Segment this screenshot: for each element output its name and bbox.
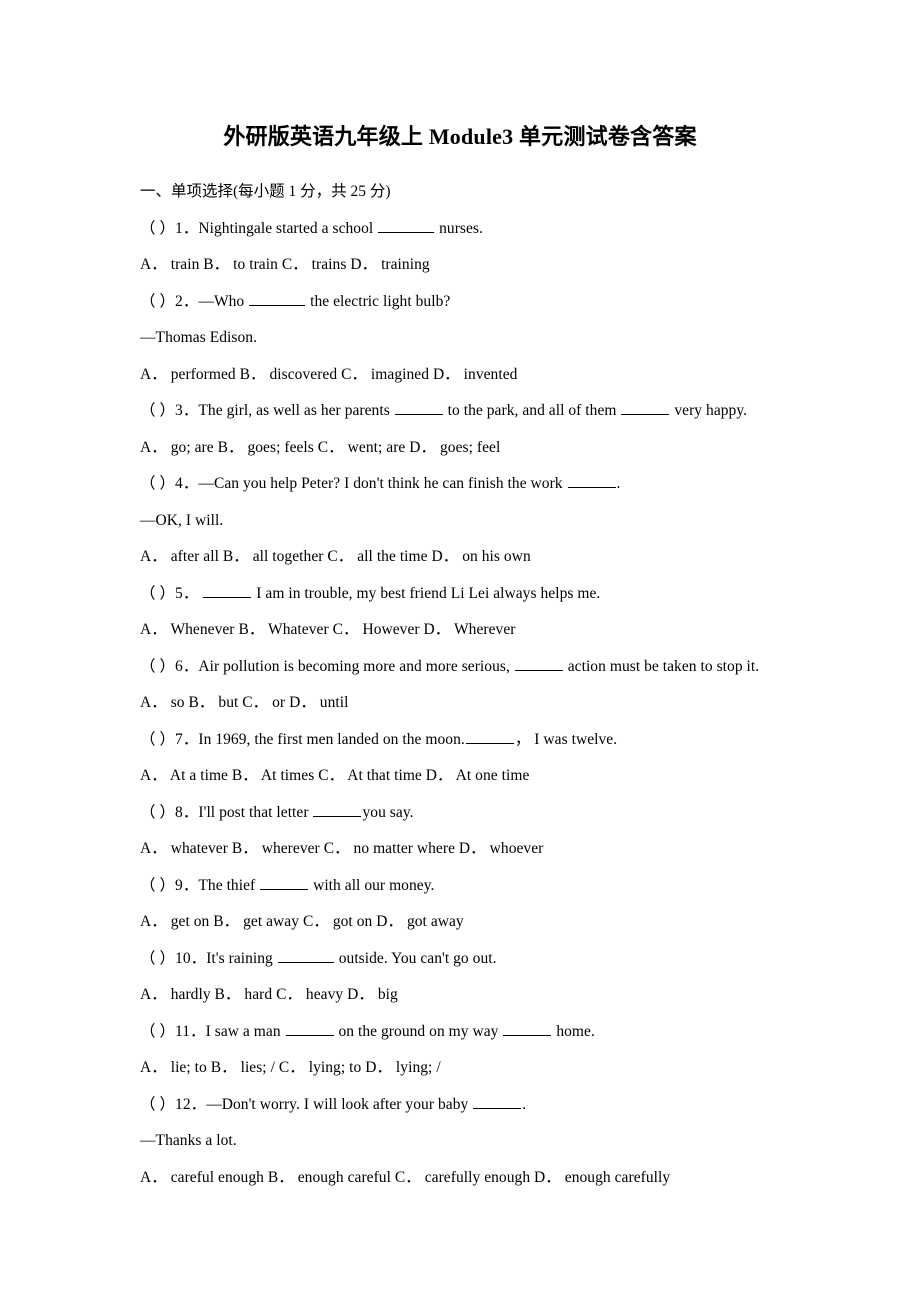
question-text-before: The girl, as well as her parents — [198, 402, 394, 419]
question-number: （ ）5． — [140, 584, 199, 602]
question-stem: （ ）4．—Can you help Peter? I don't think … — [140, 466, 810, 503]
question-text-before: —Who — [198, 292, 249, 310]
question-options: A． careful enough B． enough careful C． c… — [140, 1168, 671, 1186]
answer-blank — [394, 400, 443, 415]
question-stem: （ ）8．I'll post that letter you say. — [140, 795, 810, 832]
question-number: （ ）7． — [140, 730, 199, 748]
question-text-before: In 1969, the first men landed on the moo… — [198, 730, 465, 748]
question-text-after: nurses. — [435, 219, 483, 237]
question-stem: （ ）2．—Who the electric light bulb? — [140, 284, 810, 321]
question-options: A． after all B． all together C． all the … — [140, 548, 531, 565]
question-number: （ ）9． — [140, 876, 199, 894]
question-stem: （ ）1．Nightingale started a school nurses… — [140, 211, 810, 248]
question-number: （ ）6． — [140, 657, 199, 675]
answer-blank — [465, 728, 514, 744]
question-number: （ ）2． — [140, 292, 199, 310]
question-stem: （ ）9．The thief with all our money. — [140, 868, 810, 905]
answer-blank — [249, 290, 306, 306]
question-text-after: the electric light bulb? — [306, 292, 451, 310]
question-number: （ ）3． — [140, 402, 199, 419]
question-options: A． At a time B． At times C． At that time… — [140, 767, 530, 784]
question-options: A． lie; to B． lies; / C． lying; to D． ly… — [140, 1059, 441, 1076]
question-text-after: ， I was twelve. — [514, 730, 618, 748]
question-text-before: I saw a man — [205, 1022, 285, 1040]
question-text-middle: to the park, and all of them — [443, 402, 621, 419]
question-number: （ ）10． — [140, 949, 207, 967]
question-options: A． Whenever B． Whatever C． However D． Wh… — [140, 621, 516, 638]
answer-blank — [473, 1093, 522, 1109]
document-page: 外研版英语九年级上 Module3 单元测试卷含答案 一、单项选择(每小题 1 … — [0, 0, 920, 1302]
question-text-after: very happy. — [670, 402, 748, 419]
question-text-after: home. — [552, 1022, 595, 1040]
section-heading: 一、单项选择(每小题 1 分，共 25 分) — [140, 183, 391, 200]
question-stem: （ ）7．In 1969, the first men landed on th… — [140, 722, 810, 759]
question-options: A． train B． to train C． trains D． traini… — [140, 256, 430, 273]
question-text-before — [198, 585, 202, 602]
answer-blank — [621, 400, 670, 415]
answer-blank — [378, 217, 435, 233]
question-text-after: with all our money. — [309, 876, 435, 894]
question-stem: （ ）10．It's raining outside. You can't go… — [140, 941, 810, 978]
question-stem: （ ）12．—Don't worry. I will look after yo… — [140, 1087, 810, 1124]
question-number: （ ）4． — [140, 475, 199, 492]
question-text-before: Air pollution is becoming more and more … — [198, 657, 514, 675]
document-title: 外研版英语九年级上 Module3 单元测试卷含答案 — [223, 124, 697, 149]
question-stem: （ ）3．The girl, as well as her parents to… — [140, 393, 810, 430]
question-options: A． hardly B． hard C． heavy D． big — [140, 986, 398, 1003]
dialogue-reply: —Thanks a lot. — [140, 1132, 237, 1149]
question-options: A． so B． but C． or D． until — [140, 694, 349, 711]
answer-blank — [277, 947, 334, 963]
question-text-after: you say. — [362, 803, 414, 821]
question-text-before: —Can you help Peter? I don't think he ca… — [198, 475, 567, 492]
answer-blank — [203, 582, 252, 598]
question-number: （ ）1． — [140, 219, 199, 237]
question-options: A． get on B． get away C． got on D． got a… — [140, 913, 464, 930]
answer-blank — [313, 801, 362, 817]
question-text-before: It's raining — [206, 949, 277, 967]
question-text-after: . — [522, 1095, 527, 1113]
question-stem: （ ）11．I saw a man on the ground on my wa… — [140, 1014, 810, 1051]
question-text-middle: on the ground on my way — [334, 1022, 503, 1040]
question-text-after: I am in trouble, my best friend Li Lei a… — [252, 584, 601, 602]
question-stem: （ ）6．Air pollution is becoming more and … — [140, 649, 810, 686]
question-number: （ ）8． — [140, 803, 199, 821]
question-text-after: . — [616, 475, 621, 492]
question-stem: （ ）5． I am in trouble, my best friend Li… — [140, 576, 810, 613]
document-body: 一、单项选择(每小题 1 分，共 25 分) （ ）1．Nightingale … — [140, 174, 810, 1196]
dialogue-reply: —OK, I will. — [140, 511, 224, 529]
question-number: （ ）11． — [140, 1022, 206, 1040]
question-text-before: —Don't worry. I will look after your bab… — [206, 1095, 473, 1113]
answer-blank — [260, 874, 309, 890]
question-options: A． whatever B． wherever C． no matter whe… — [140, 840, 544, 857]
question-number: （ ）12． — [140, 1095, 207, 1113]
answer-blank — [503, 1020, 552, 1036]
answer-blank — [567, 473, 616, 488]
answer-blank — [514, 655, 563, 671]
question-text-after: action must be taken to stop it. — [563, 657, 760, 675]
answer-blank — [285, 1020, 334, 1036]
question-text-after: outside. You can't go out. — [334, 949, 497, 967]
question-options: A． go; are B． goes; feels C． went; are D… — [140, 438, 501, 456]
dialogue-reply: —Thomas Edison. — [140, 329, 257, 346]
question-options: A． performed B． discovered C． imagined D… — [140, 365, 518, 383]
question-text-before: Nightingale started a school — [198, 219, 378, 237]
question-text-before: I'll post that letter — [198, 803, 313, 821]
question-text-before: The thief — [198, 876, 260, 894]
